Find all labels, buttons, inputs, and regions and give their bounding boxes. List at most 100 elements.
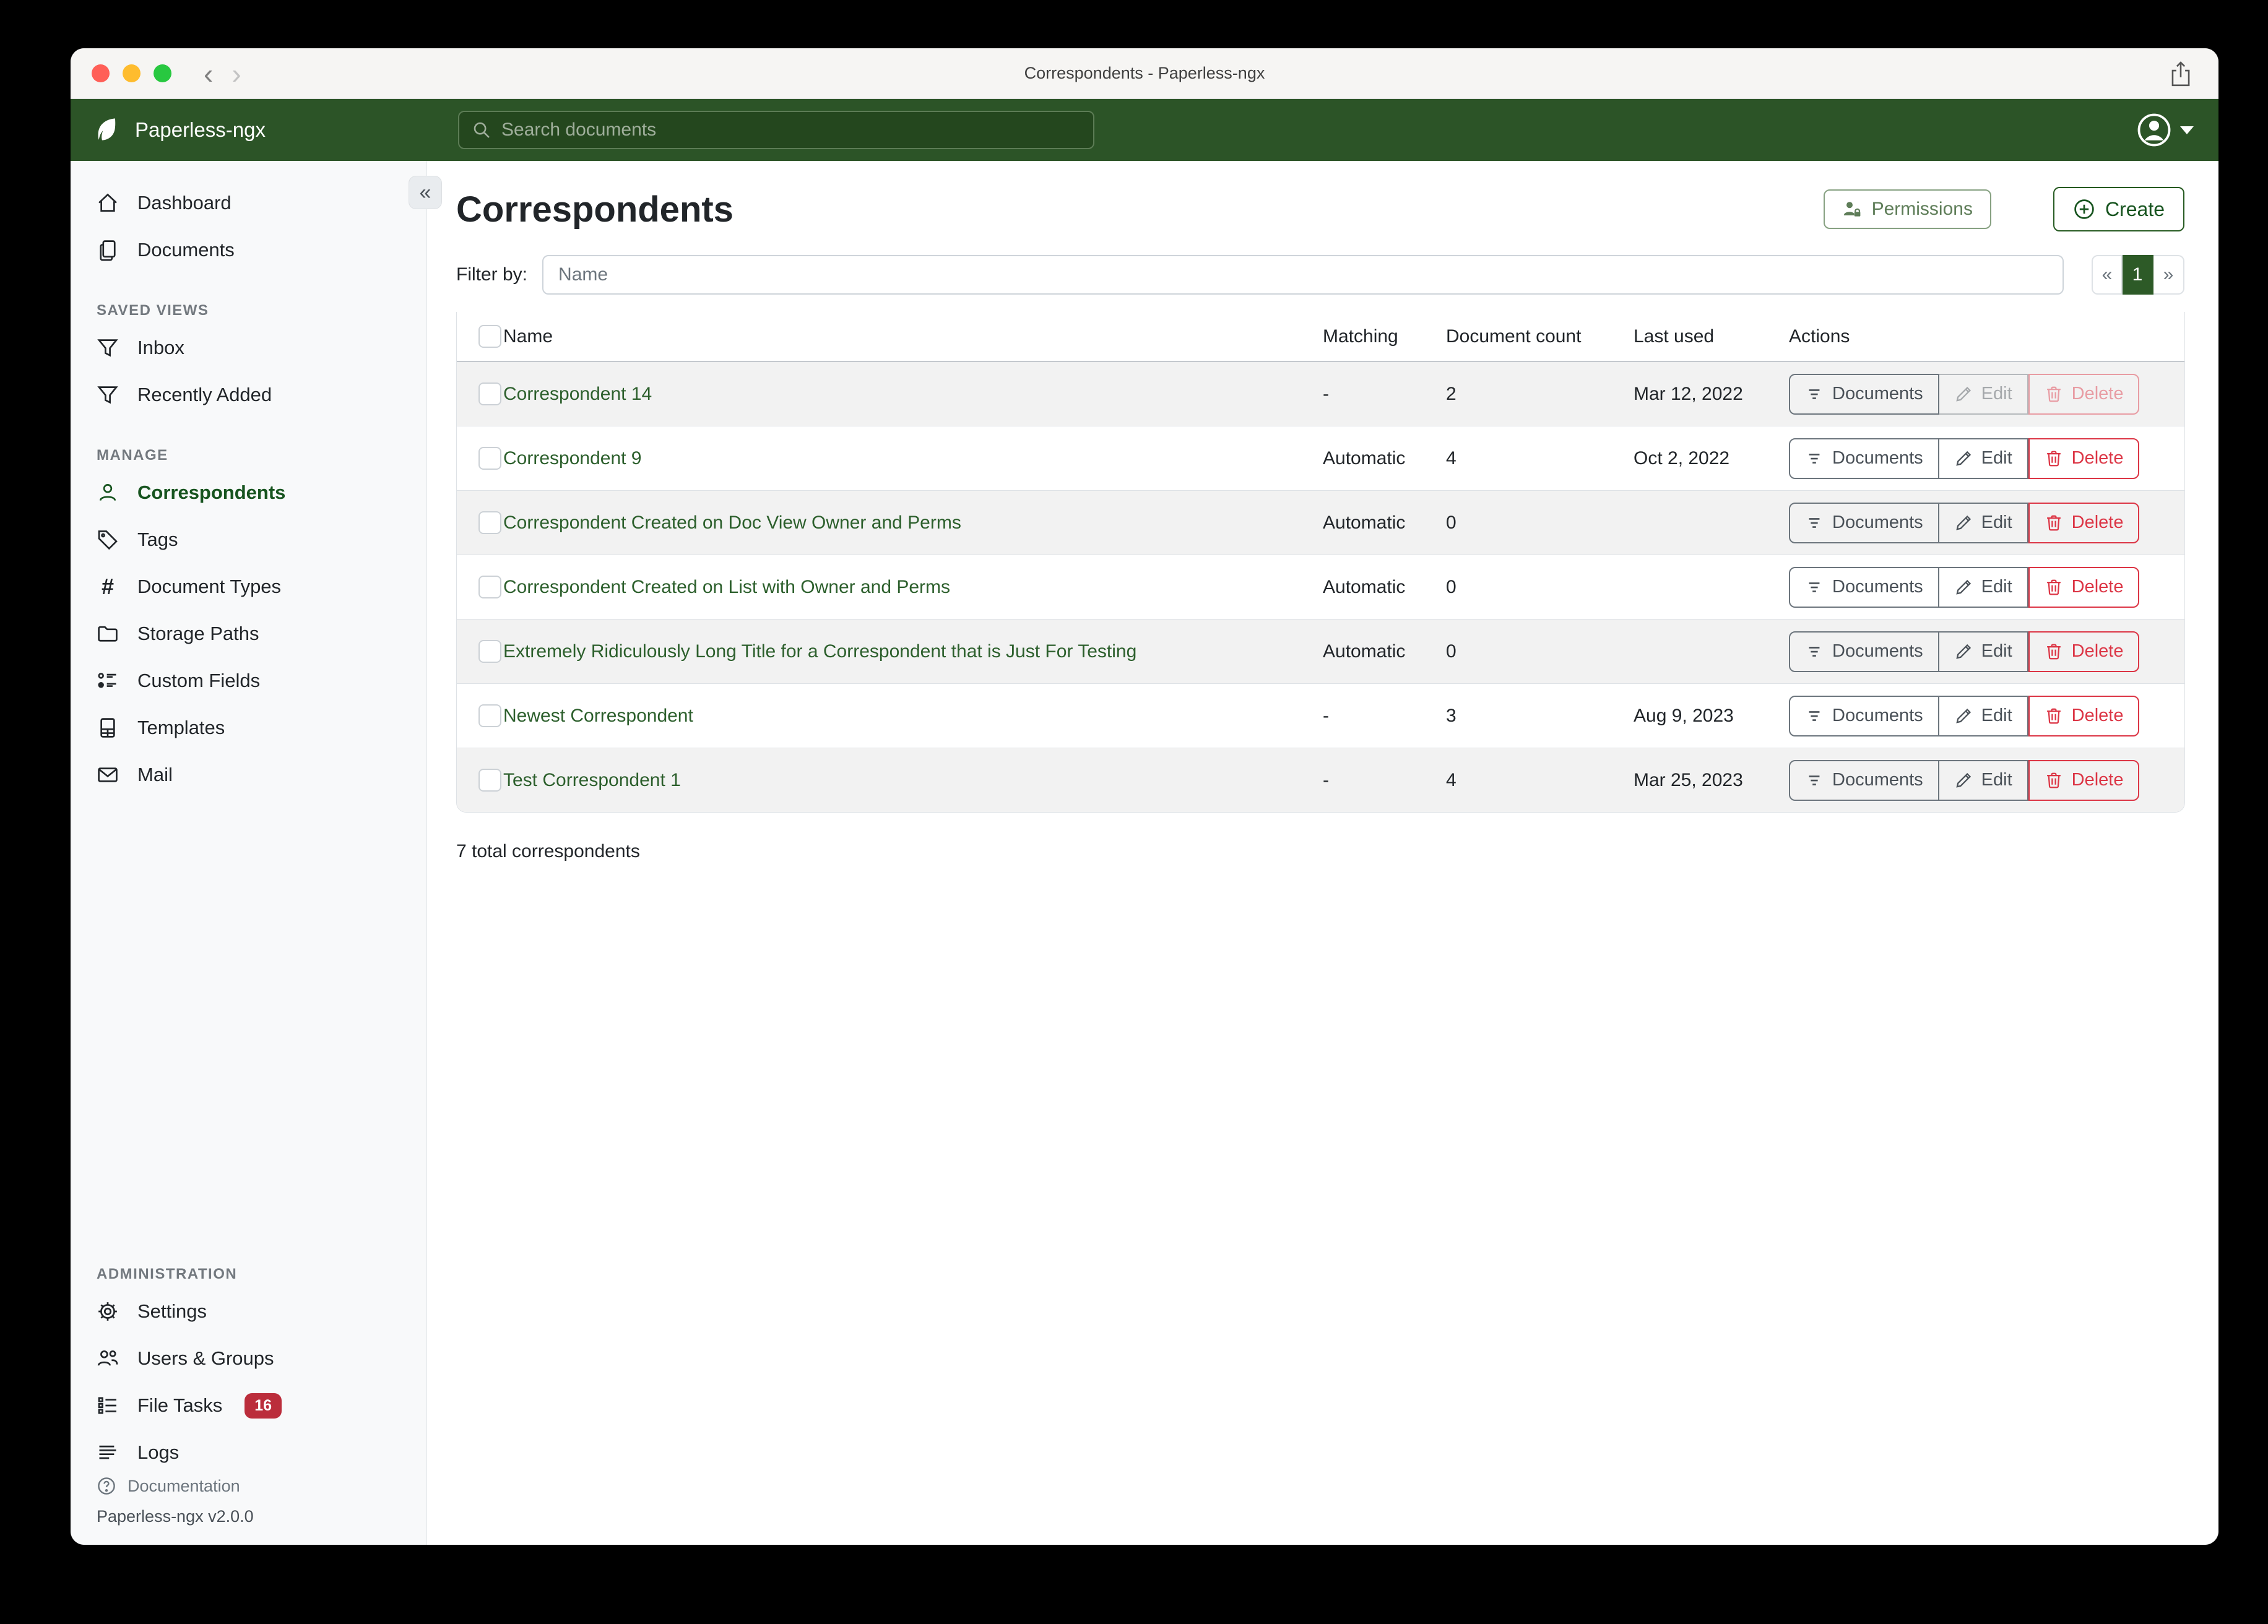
- edit-button[interactable]: Edit: [1939, 438, 2028, 479]
- correspondent-name-link[interactable]: Test Correspondent 1: [503, 770, 681, 790]
- global-search[interactable]: [458, 111, 1094, 149]
- delete-button[interactable]: Delete: [2028, 760, 2140, 801]
- documents-button[interactable]: Documents: [1789, 631, 1939, 672]
- delete-button[interactable]: Delete: [2028, 567, 2140, 608]
- create-label: Create: [2105, 198, 2165, 221]
- document-count-value: 0: [1446, 577, 1634, 598]
- select-all-checkbox[interactable]: [478, 325, 501, 348]
- documents-button[interactable]: Documents: [1789, 503, 1939, 543]
- row-checkbox[interactable]: [478, 576, 501, 598]
- previous-page-button[interactable]: «: [2092, 255, 2123, 295]
- sidebar-item-dashboard[interactable]: Dashboard: [71, 179, 426, 227]
- sidebar-item-label: Mail: [137, 764, 173, 786]
- document-count-value: 4: [1446, 448, 1634, 469]
- sidebar-item-inbox[interactable]: Inbox: [71, 324, 426, 371]
- brand-label: Paperless-ngx: [135, 118, 266, 142]
- chevron-down-icon: [2180, 126, 2194, 134]
- row-checkbox[interactable]: [478, 382, 501, 405]
- sidebar-section-administration: ADMINISTRATION: [97, 1266, 426, 1283]
- main-content: Correspondents Permissions: [427, 161, 2218, 1545]
- sidebar-item-label: Logs: [137, 1441, 179, 1464]
- sidebar-item-mail[interactable]: Mail: [71, 751, 426, 798]
- column-header-matching[interactable]: Matching: [1323, 326, 1446, 347]
- column-header-last-used[interactable]: Last used: [1634, 326, 1789, 347]
- sidebar-item-custom-fields[interactable]: Custom Fields: [71, 657, 426, 704]
- edit-button[interactable]: Edit: [1939, 631, 2028, 672]
- table-row: Newest Correspondent - 3 Aug 9, 2023 Doc…: [457, 683, 2184, 748]
- documents-button[interactable]: Documents: [1789, 696, 1939, 736]
- filter-icon: [1805, 449, 1824, 468]
- home-icon: [97, 192, 119, 214]
- filter-icon: [1805, 642, 1824, 661]
- edit-button[interactable]: Edit: [1939, 696, 2028, 736]
- permissions-button[interactable]: Permissions: [1824, 189, 1991, 229]
- row-checkbox[interactable]: [478, 511, 501, 534]
- correspondent-name-link[interactable]: Correspondent 9: [503, 448, 641, 469]
- delete-button[interactable]: Delete: [2028, 631, 2140, 672]
- delete-button[interactable]: Delete: [2028, 503, 2140, 543]
- delete-button[interactable]: Delete: [2028, 438, 2140, 479]
- sidebar-collapse-button[interactable]: «: [409, 176, 442, 209]
- app-brand[interactable]: Paperless-ngx: [93, 116, 266, 144]
- documents-button[interactable]: Documents: [1789, 760, 1939, 801]
- correspondent-name-link[interactable]: Correspondent Created on List with Owner…: [503, 577, 950, 597]
- sidebar-item-document-types[interactable]: # Document Types: [71, 563, 426, 610]
- sidebar-item-documents[interactable]: Documents: [71, 227, 426, 274]
- sidebar-item-file-tasks[interactable]: File Tasks 16: [71, 1382, 426, 1429]
- document-count-value: 2: [1446, 384, 1634, 405]
- sidebar-item-label: Dashboard: [137, 192, 232, 214]
- current-page-button[interactable]: 1: [2123, 255, 2153, 295]
- edit-button[interactable]: Edit: [1939, 567, 2028, 608]
- sidebar-item-recently-added[interactable]: Recently Added: [71, 371, 426, 418]
- user-menu[interactable]: [2137, 113, 2194, 147]
- column-header-document-count[interactable]: Document count: [1446, 326, 1634, 347]
- documents-button[interactable]: Documents: [1789, 438, 1939, 479]
- sidebar-item-tags[interactable]: Tags: [71, 516, 426, 563]
- matching-value: Automatic: [1323, 641, 1446, 662]
- sidebar-item-label: Tags: [137, 529, 178, 551]
- trash-icon: [2045, 449, 2063, 468]
- table-row: Test Correspondent 1 - 4 Mar 25, 2023 Do…: [457, 748, 2184, 812]
- funnel-icon: [97, 384, 119, 406]
- funnel-icon: [97, 337, 119, 359]
- matching-value: Automatic: [1323, 512, 1446, 533]
- delete-button[interactable]: Delete: [2028, 374, 2140, 415]
- sidebar-item-correspondents[interactable]: Correspondents: [71, 469, 426, 516]
- correspondent-name-link[interactable]: Correspondent Created on Doc View Owner …: [503, 512, 961, 533]
- sidebar-item-storage-paths[interactable]: Storage Paths: [71, 610, 426, 657]
- question-circle-icon: [97, 1476, 116, 1496]
- edit-button[interactable]: Edit: [1939, 760, 2028, 801]
- window-title: Correspondents - Paperless-ngx: [71, 64, 2218, 83]
- search-input[interactable]: [501, 119, 1081, 140]
- row-checkbox[interactable]: [478, 447, 501, 470]
- correspondent-name-link[interactable]: Correspondent 14: [503, 384, 652, 404]
- sidebar-item-users-groups[interactable]: Users & Groups: [71, 1335, 426, 1382]
- table-row: Correspondent Created on Doc View Owner …: [457, 490, 2184, 555]
- edit-button[interactable]: Edit: [1939, 503, 2028, 543]
- next-page-button[interactable]: »: [2153, 255, 2184, 295]
- permissions-label: Permissions: [1872, 199, 1973, 220]
- filter-name-input[interactable]: [542, 255, 2064, 295]
- row-checkbox[interactable]: [478, 704, 501, 727]
- edit-button[interactable]: Edit: [1939, 374, 2028, 415]
- gear-icon: [97, 1300, 119, 1323]
- sidebar-item-templates[interactable]: Templates: [71, 704, 426, 751]
- documents-button[interactable]: Documents: [1789, 567, 1939, 608]
- document-count-value: 0: [1446, 641, 1634, 662]
- row-checkbox[interactable]: [478, 769, 501, 792]
- column-header-actions: Actions: [1789, 326, 2184, 347]
- sidebar-item-label: Custom Fields: [137, 670, 260, 692]
- column-header-name[interactable]: Name: [503, 326, 1323, 347]
- sidebar-item-settings[interactable]: Settings: [71, 1288, 426, 1335]
- delete-button[interactable]: Delete: [2028, 696, 2140, 736]
- row-checkbox[interactable]: [478, 640, 501, 663]
- share-icon[interactable]: [2169, 61, 2192, 88]
- create-button[interactable]: Create: [2053, 187, 2184, 231]
- documents-button[interactable]: Documents: [1789, 374, 1939, 415]
- documentation-link[interactable]: Documentation: [97, 1476, 426, 1496]
- sidebar-section-saved-views: SAVED VIEWS: [97, 302, 426, 319]
- correspondent-name-link[interactable]: Newest Correspondent: [503, 706, 693, 726]
- sidebar-item-logs[interactable]: Logs: [71, 1429, 426, 1476]
- people-icon: [97, 1347, 119, 1370]
- correspondent-name-link[interactable]: Extremely Ridiculously Long Title for a …: [503, 641, 1136, 662]
